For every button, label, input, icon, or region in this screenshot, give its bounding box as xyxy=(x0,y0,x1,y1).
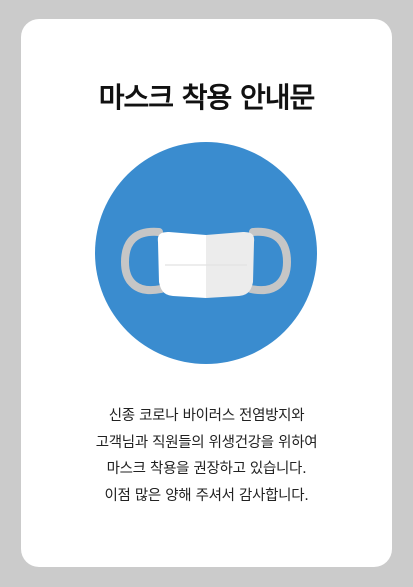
notice-title: 마스크 착용 안내문 xyxy=(98,81,316,114)
message-line: 마스크 착용을 권장하고 있습니다. xyxy=(106,461,307,477)
message-line: 신종 코로나 바이러스 전염방지와 xyxy=(108,408,305,424)
notice-message: 신종 코로나 바이러스 전염방지와 고객님과 직원들의 위생건강을 위하여 마스… xyxy=(21,403,392,509)
mask-illustration xyxy=(95,142,317,364)
face-mask-icon xyxy=(95,142,317,364)
notice-card: 마스크 착용 안내문 신종 코로나 바이러스 전염방지와 고객님과 직원들의 위… xyxy=(21,19,392,567)
message-line: 이점 많은 양해 주셔서 감사합니다. xyxy=(104,487,309,504)
message-line: 고객님과 직원들의 위생건강을 위하여 xyxy=(95,434,318,451)
